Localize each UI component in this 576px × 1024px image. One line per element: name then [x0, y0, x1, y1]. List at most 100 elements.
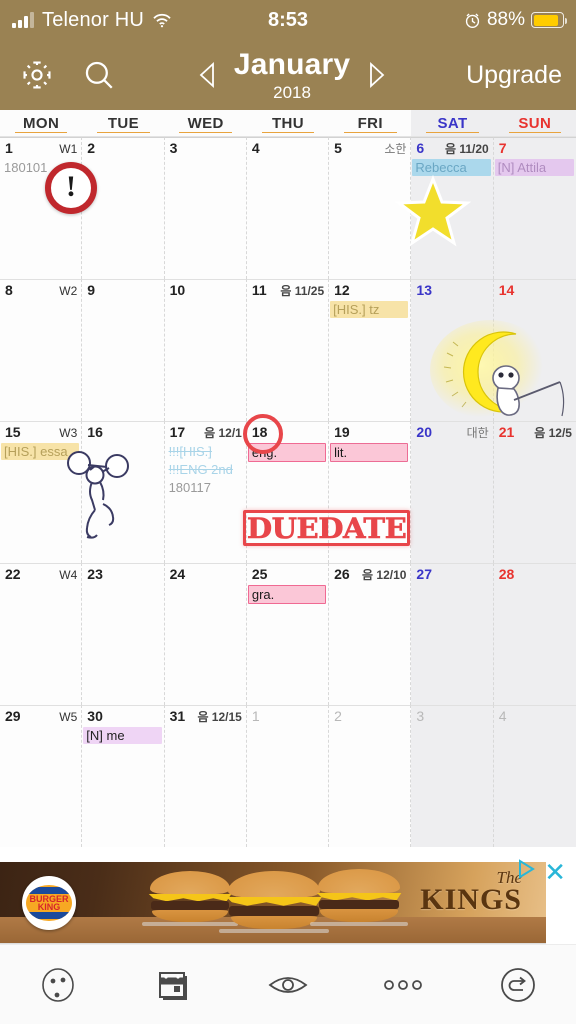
- calendar-cell-2[interactable]: 2: [329, 705, 412, 847]
- day-number-row: 31 음 12/15: [165, 706, 246, 725]
- smiley-face-icon[interactable]: [26, 953, 90, 1017]
- calendar-cell-26[interactable]: 26 음 12/10: [329, 563, 412, 705]
- search-icon[interactable]: [76, 52, 122, 98]
- event-list: [411, 725, 492, 726]
- event-chip[interactable]: [N] me: [83, 727, 162, 744]
- event-chip[interactable]: lit.: [330, 443, 409, 462]
- calendar-cell-27[interactable]: 27: [411, 563, 494, 705]
- event-list: [411, 299, 492, 300]
- event-list: [411, 441, 492, 442]
- calendar-icon[interactable]: [141, 953, 205, 1017]
- event-chip[interactable]: !!![HIS.]: [166, 443, 244, 460]
- calendar-cell-24[interactable]: 24: [164, 563, 247, 705]
- day-number-row: 9: [82, 280, 163, 299]
- event-list: [0, 583, 81, 584]
- calendar-cell-1[interactable]: 1: [246, 705, 330, 847]
- calendar-cell-10[interactable]: 10: [164, 279, 247, 421]
- day-number: 27: [416, 566, 432, 582]
- ad-choices-icon[interactable]: [514, 857, 538, 886]
- calendar-cell-7[interactable]: 7 [N] Attila: [493, 137, 576, 279]
- day-number: 19: [334, 424, 350, 440]
- calendar-cell-22[interactable]: 22 W4: [0, 563, 83, 705]
- calendar-cell-8[interactable]: 8 W2: [0, 279, 83, 421]
- event-list: [329, 157, 410, 158]
- chevron-left-icon[interactable]: [196, 61, 218, 89]
- event-chip[interactable]: !!!ENG 2nd: [166, 461, 244, 478]
- event-list: [329, 583, 410, 584]
- chevron-right-icon[interactable]: [366, 61, 388, 89]
- day-number: 7: [498, 140, 507, 156]
- calendar-cell-9[interactable]: 9: [82, 279, 165, 421]
- day-number-row: 25: [247, 564, 328, 583]
- advertisement-banner[interactable]: BURGER KING The KINGS: [0, 862, 546, 944]
- lunar-date-label: 음 12/15: [197, 710, 242, 724]
- day-number-row: 10: [165, 280, 246, 299]
- event-chip[interactable]: 180117: [166, 479, 244, 496]
- calendar-cell-28[interactable]: 28: [493, 563, 576, 705]
- undo-icon[interactable]: [486, 953, 550, 1017]
- holiday-label: 소한: [384, 142, 407, 156]
- calendar-cell-23[interactable]: 23: [82, 563, 165, 705]
- more-dots-icon[interactable]: [371, 953, 435, 1017]
- calendar-cell-12[interactable]: 12 [HIS.] tz: [329, 279, 412, 421]
- event-list: [N] me: [82, 725, 163, 744]
- event-list: [82, 299, 163, 300]
- calendar-cell-17[interactable]: 17 음 12/1 !!![HIS.] !!!ENG 2nd 180117: [164, 421, 247, 563]
- event-list: [247, 725, 328, 726]
- day-number-row: 14: [494, 280, 576, 299]
- day-number: 4: [251, 140, 260, 156]
- day-number: 10: [169, 282, 186, 298]
- day-number-row: 3: [165, 138, 246, 157]
- day-number: 4: [498, 708, 507, 724]
- gear-icon[interactable]: [14, 52, 60, 98]
- ad-controls: ✕: [514, 857, 566, 886]
- calendar-cell-11[interactable]: 11 음 11/25: [246, 279, 330, 421]
- wifi-icon: [152, 12, 172, 28]
- alarm-clock-icon: [464, 12, 481, 29]
- week-number-label: W1: [59, 142, 78, 156]
- day-number-row: 15 W3: [0, 422, 81, 441]
- event-list: [165, 583, 246, 584]
- day-number: 2: [87, 140, 96, 156]
- weekday-header-wed: WED: [165, 110, 247, 136]
- page-title: January 2018: [234, 49, 350, 101]
- weekday-header-fri: FRI: [329, 110, 411, 136]
- calendar-cell-25[interactable]: 25 gra.: [246, 563, 330, 705]
- event-chip[interactable]: Rebecca: [412, 159, 491, 176]
- week-number-label: W2: [59, 284, 78, 298]
- day-number: 8: [5, 282, 13, 298]
- calendar-cell-31[interactable]: 31 음 12/15: [164, 705, 247, 847]
- battery-icon: [531, 12, 567, 28]
- ad-headline: The KINGS: [420, 869, 522, 917]
- eye-icon[interactable]: [256, 953, 320, 1017]
- lunar-date-label: 음 12/1: [204, 426, 242, 440]
- calendar-cell-3[interactable]: 3: [411, 705, 494, 847]
- day-number-row: 8 W2: [0, 280, 81, 299]
- signal-bars-icon: [12, 12, 34, 28]
- day-number-row: 26 음 12/10: [329, 564, 410, 583]
- calendar-cell-29[interactable]: 29 W5: [0, 705, 83, 847]
- calendar-cell-3[interactable]: 3: [164, 137, 247, 279]
- close-icon[interactable]: ✕: [544, 859, 566, 885]
- upgrade-button[interactable]: Upgrade: [466, 61, 562, 90]
- day-number-row: 2: [82, 138, 163, 157]
- event-list: [247, 157, 328, 158]
- event-chip[interactable]: [N] Attila: [494, 159, 574, 176]
- day-number: 12: [334, 282, 350, 298]
- event-chip[interactable]: [HIS.] tz: [330, 301, 409, 318]
- day-number-row: 6 음 11/20: [411, 138, 492, 157]
- calendar-cell-4[interactable]: 4: [493, 705, 576, 847]
- day-number: 29: [5, 708, 21, 724]
- calendar-cell-20[interactable]: 20 대한: [411, 421, 494, 563]
- calendar-cell-30[interactable]: 30 [N] me: [82, 705, 165, 847]
- calendar-cell-21[interactable]: 21 음 12/5: [493, 421, 576, 563]
- ad-headline-large: KINGS: [420, 883, 522, 917]
- day-number: 17: [169, 424, 186, 440]
- week-number-label: W4: [59, 568, 78, 582]
- calendar-cell-4[interactable]: 4: [246, 137, 330, 279]
- day-number-row: 27: [411, 564, 492, 583]
- status-bar-left: Telenor HU: [12, 9, 172, 32]
- event-chip[interactable]: gra.: [247, 585, 327, 604]
- calendar-cell-2[interactable]: 2: [82, 137, 165, 279]
- day-number: 14: [498, 282, 515, 298]
